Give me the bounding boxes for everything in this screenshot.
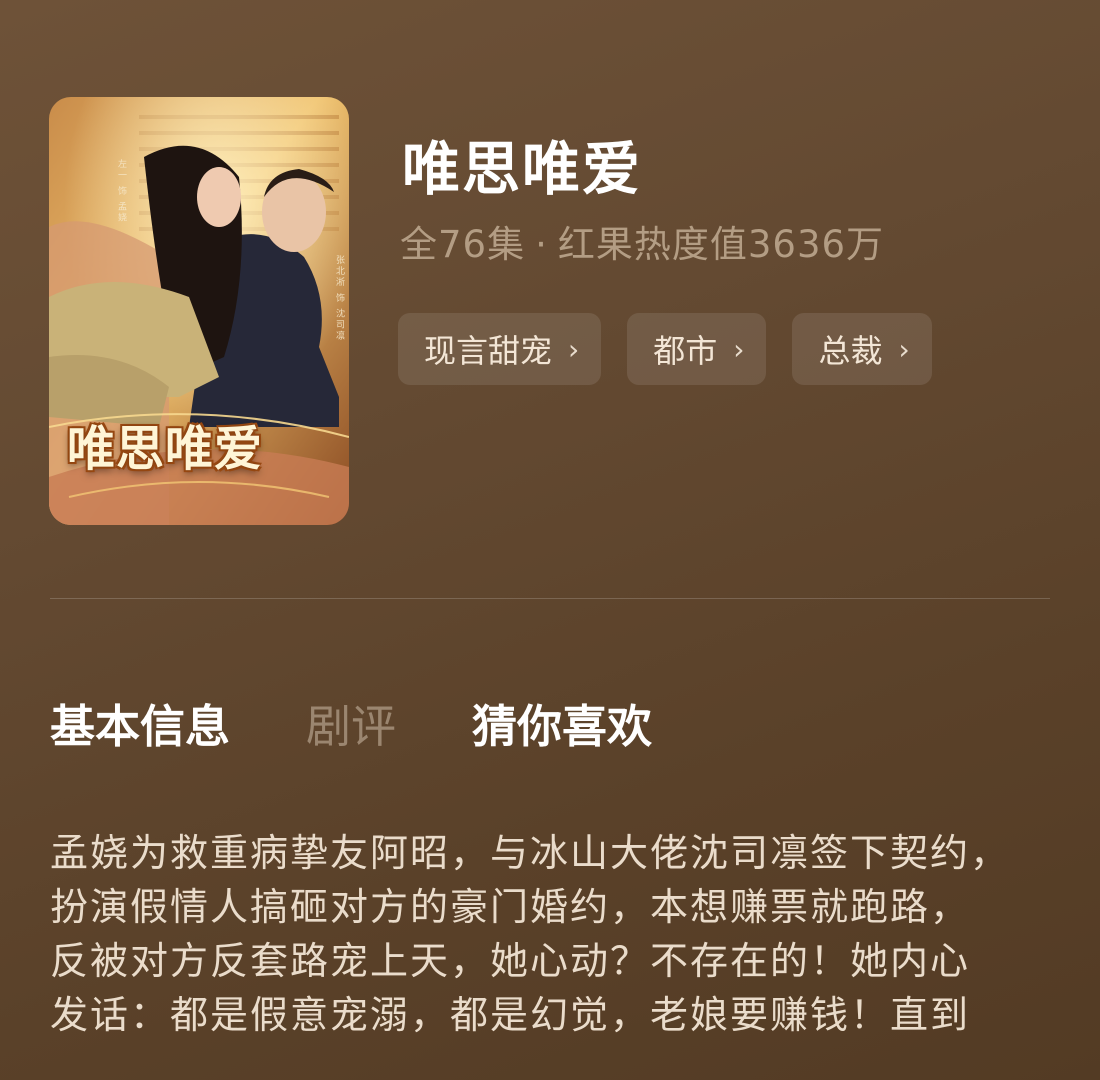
synopsis-line: 反被对方反套路宠上天，她心动？不存在的！她内心	[50, 939, 971, 983]
cover-title-text: 唯思唯爱	[67, 421, 264, 477]
tag-label: 都市	[653, 332, 718, 370]
synopsis-line: 扮演假情人搞砸对方的豪门婚约，本想赚票就跑路，	[50, 885, 971, 929]
popularity-value: 红果热度值3636万	[557, 223, 885, 266]
tag-label: 总裁	[818, 332, 883, 370]
synopsis-line: 孟娆为救重病挚友阿昭，与冰山大佬沈司凛签下契约，	[50, 831, 1011, 875]
cover-credit-actor: 张北淅 饰 沈司凛	[334, 255, 344, 342]
section-divider	[50, 598, 1050, 599]
tab-basic-info[interactable]: 基本信息	[50, 690, 230, 755]
chevron-right-icon: ›	[898, 332, 910, 366]
drama-title: 唯思唯爱	[402, 135, 643, 203]
cover-credit-actress: 左一 饰 孟娆	[116, 159, 126, 224]
drama-cover-image[interactable]: 唯思唯爱 左一 饰 孟娆 张北淅 饰 沈司凛	[49, 97, 349, 525]
episode-count: 全76集	[400, 223, 526, 266]
tab-recommendations[interactable]: 猜你喜欢	[472, 690, 652, 755]
tag-label: 现言甜宠	[424, 332, 553, 370]
chevron-right-icon: ›	[568, 332, 580, 366]
tag-ceo[interactable]: 总裁 ›	[792, 313, 932, 385]
tab-reviews[interactable]: 剧评	[306, 690, 396, 755]
tag-romance-sweet[interactable]: 现言甜宠 ›	[398, 313, 602, 385]
meta-separator: ·	[535, 223, 548, 266]
tag-urban[interactable]: 都市 ›	[627, 313, 767, 385]
drama-meta: 全76集 · 红果热度值3636万	[400, 214, 884, 268]
synopsis-line: 发话：都是假意宠溺，都是幻觉，老娘要赚钱！直到	[50, 993, 971, 1037]
chevron-right-icon: ›	[733, 332, 745, 366]
genre-tags: 现言甜宠 › 都市 › 总裁 ›	[398, 313, 932, 385]
detail-tabs: 基本信息 剧评 猜你喜欢	[50, 690, 728, 755]
synopsis-text: 孟娆为救重病挚友阿昭，与冰山大佬沈司凛签下契约， 扮演假情人搞砸对方的豪门婚约，…	[50, 826, 1060, 1042]
